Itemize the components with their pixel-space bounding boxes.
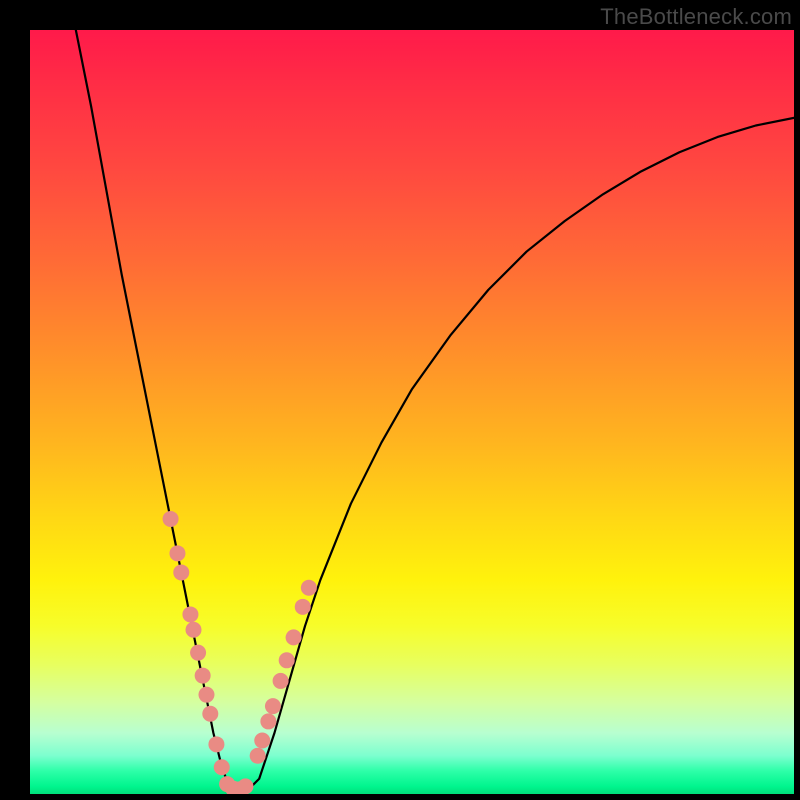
data-dot	[169, 545, 185, 561]
data-dot	[254, 733, 270, 749]
data-dot	[237, 778, 253, 794]
data-dot	[260, 713, 276, 729]
data-dot	[301, 580, 317, 596]
data-dot	[273, 673, 289, 689]
data-dot	[214, 759, 230, 775]
bottleneck-curve	[76, 30, 794, 794]
data-dot	[208, 736, 224, 752]
data-dot	[279, 652, 295, 668]
viewport-frame: TheBottleneck.com	[0, 0, 800, 800]
watermark-text: TheBottleneck.com	[600, 4, 792, 30]
data-dot	[250, 748, 266, 764]
data-dot	[190, 645, 206, 661]
data-dot	[286, 629, 302, 645]
plot-area	[30, 30, 794, 794]
data-dot	[173, 564, 189, 580]
data-dot	[198, 687, 214, 703]
data-dot	[186, 622, 202, 638]
data-dot	[163, 511, 179, 527]
chart-svg	[30, 30, 794, 794]
data-dot	[265, 698, 281, 714]
data-dots-group	[163, 511, 317, 794]
data-dot	[195, 668, 211, 684]
data-dot	[202, 706, 218, 722]
data-dot	[295, 599, 311, 615]
data-dot	[182, 606, 198, 622]
curve-path	[76, 30, 794, 794]
